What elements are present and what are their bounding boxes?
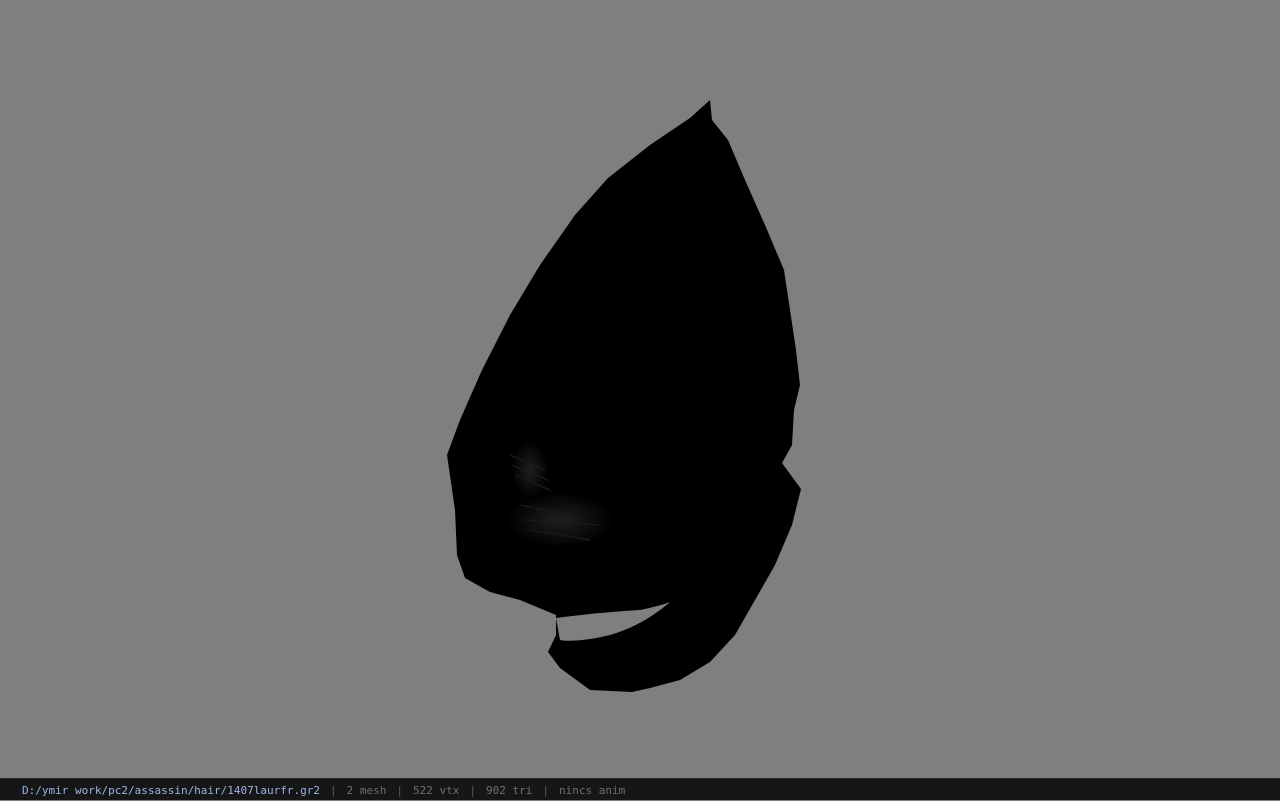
- status-separator: |: [330, 784, 337, 797]
- file-path-label: D:/ymir work/pc2/assassin/hair/1407laurf…: [22, 784, 321, 797]
- status-separator: |: [542, 784, 549, 797]
- triangle-count-label: 902 tri: [486, 784, 533, 797]
- 3d-viewport[interactable]: [0, 0, 1280, 778]
- status-separator: |: [469, 784, 476, 797]
- mesh-count-label: 2 mesh: [346, 784, 387, 797]
- animation-status-label: nincs anim: [558, 784, 626, 797]
- status-bar-content: D:/ymir work/pc2/assassin/hair/1407laurf…: [22, 781, 625, 801]
- status-separator: |: [396, 784, 404, 797]
- hair-model-render[interactable]: [0, 0, 1280, 778]
- status-bar: D:/ymir work/pc2/assassin/hair/1407laurf…: [0, 778, 1280, 800]
- vertex-count-label: 522 vtx: [413, 784, 460, 797]
- hair-mesh-silhouette: [447, 100, 801, 692]
